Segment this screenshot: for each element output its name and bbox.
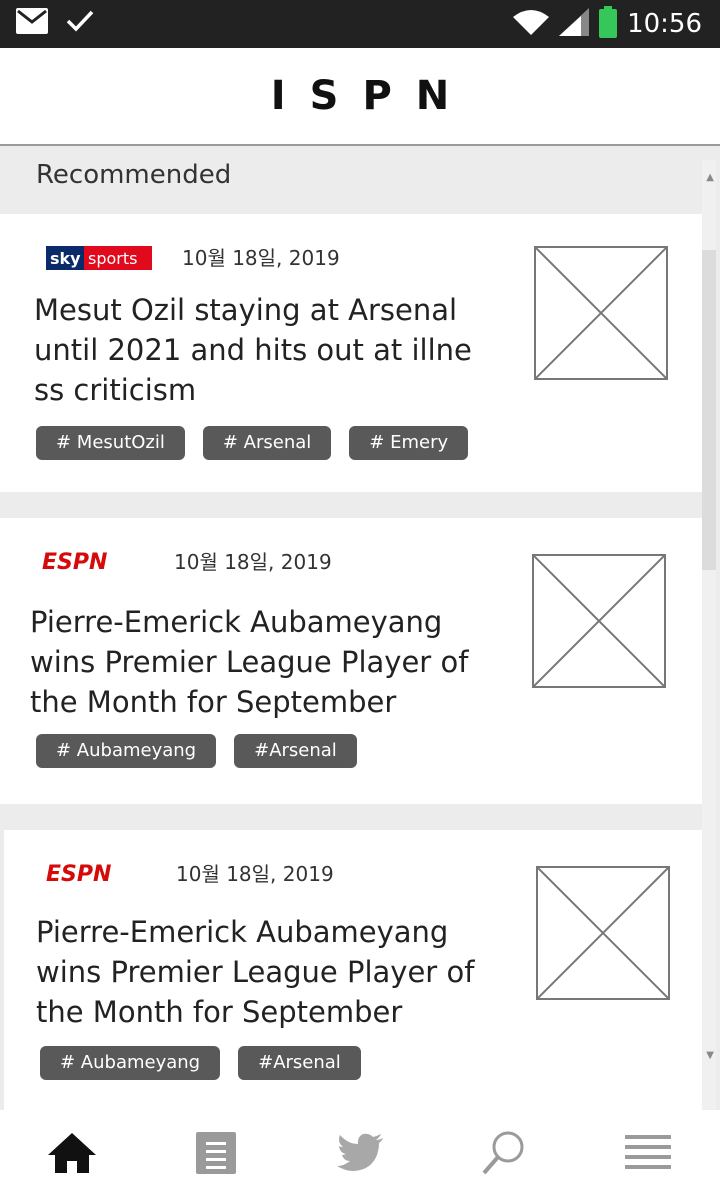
battery-icon	[599, 6, 618, 42]
article-thumbnail[interactable]	[532, 554, 666, 688]
app-header: ISPN	[0, 48, 720, 146]
espn-logo: ESPN	[42, 548, 118, 576]
svg-text:ESPN: ESPN	[46, 862, 111, 884]
scroll-up-arrow[interactable]: ▲	[706, 172, 714, 183]
tag-chip[interactable]: #Arsenal	[234, 734, 357, 768]
tag-chip[interactable]: #Arsenal	[238, 1046, 361, 1080]
document-icon	[196, 1132, 236, 1174]
espn-logo: ESPN	[46, 860, 122, 888]
svg-text:ESPN: ESPN	[42, 550, 107, 572]
bottom-nav	[0, 1110, 720, 1196]
status-bar: 10:56	[0, 0, 720, 48]
search-icon	[482, 1131, 524, 1175]
article-date: 10월 18일, 2019	[182, 246, 340, 270]
article-thumbnail[interactable]	[534, 246, 668, 380]
scrollbar-thumb[interactable]	[702, 250, 716, 570]
nav-articles[interactable]	[176, 1123, 256, 1183]
check-icon	[66, 9, 94, 37]
tag-list: # Aubameyang #Arsenal	[40, 1046, 361, 1080]
nav-search[interactable]	[464, 1123, 544, 1183]
mail-icon	[16, 8, 48, 38]
home-icon	[48, 1133, 96, 1173]
tag-chip[interactable]: # Arsenal	[202, 426, 332, 460]
article-title[interactable]: Mesut Ozil staying at Arsenal until 2021…	[34, 290, 474, 410]
app-title: ISPN	[270, 73, 474, 119]
news-card[interactable]: ESPN 10월 18일, 2019 Pierre-Emerick Aubame…	[0, 518, 702, 804]
news-card[interactable]: ESPN 10월 18일, 2019 Pierre-Emerick Aubame…	[4, 830, 706, 1110]
svg-text:sky: sky	[50, 249, 81, 268]
article-date: 10월 18일, 2019	[174, 550, 332, 574]
nav-twitter[interactable]	[320, 1123, 400, 1183]
section-title: Recommended	[36, 160, 232, 190]
article-date: 10월 18일, 2019	[176, 862, 334, 886]
sky-sports-logo: sky sports	[46, 246, 152, 274]
article-title[interactable]: Pierre-Emerick Aubameyang wins Premier L…	[30, 602, 470, 722]
svg-text:sports: sports	[88, 249, 137, 268]
news-card[interactable]: sky sports 10월 18일, 2019 Mesut Ozil stay…	[0, 214, 702, 492]
tag-chip[interactable]: # Aubameyang	[40, 1046, 221, 1080]
menu-icon	[625, 1135, 671, 1169]
tag-chip[interactable]: # Emery	[349, 426, 469, 460]
tag-list: # MesutOzil # Arsenal # Emery	[36, 426, 469, 460]
tag-list: # Aubameyang #Arsenal	[36, 734, 357, 768]
wifi-icon	[513, 9, 550, 39]
article-thumbnail[interactable]	[536, 866, 670, 1000]
twitter-icon	[337, 1133, 383, 1171]
tag-chip[interactable]: # MesutOzil	[36, 426, 185, 460]
nav-menu[interactable]	[608, 1123, 688, 1183]
article-title[interactable]: Pierre-Emerick Aubameyang wins Premier L…	[36, 912, 476, 1032]
tag-chip[interactable]: # Aubameyang	[36, 734, 217, 768]
status-time: 10:56	[627, 9, 702, 39]
scroll-down-arrow[interactable]: ▼	[706, 1050, 714, 1061]
signal-icon	[559, 8, 590, 40]
nav-home[interactable]	[32, 1123, 112, 1183]
